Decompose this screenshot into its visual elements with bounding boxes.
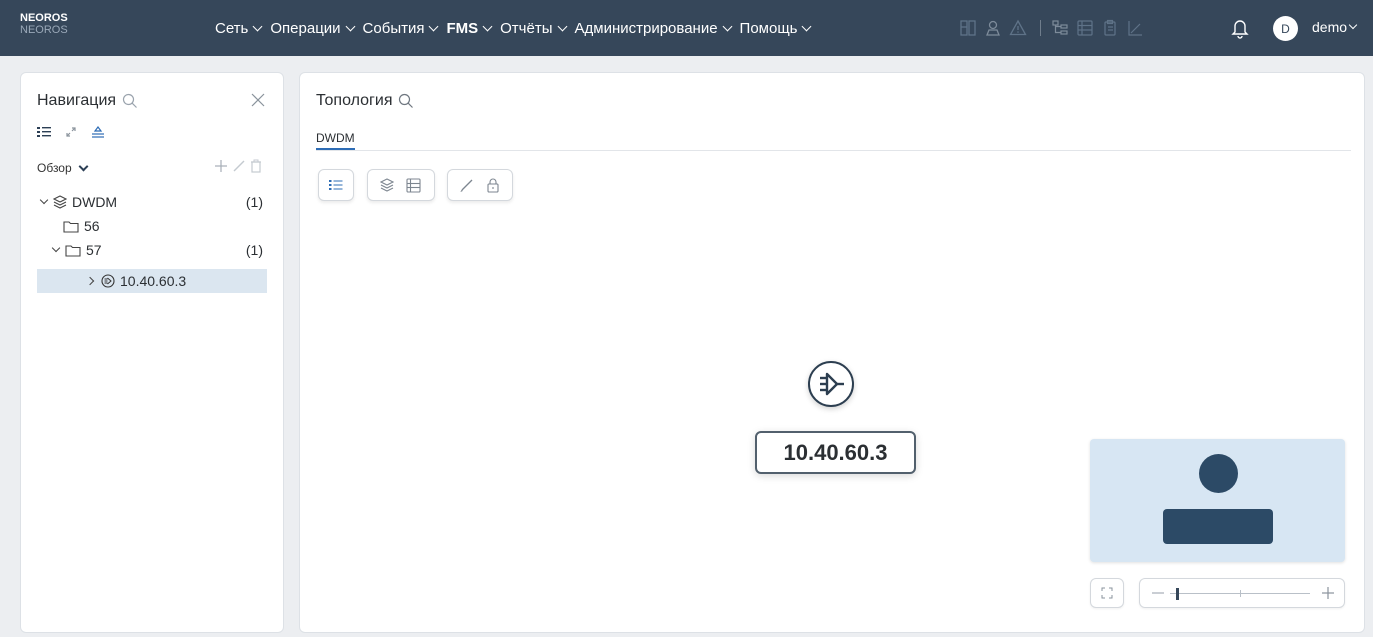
tree-item-count: (1): [245, 242, 263, 258]
delete-icon[interactable]: [250, 159, 262, 173]
chevron-down-icon[interactable]: [39, 195, 49, 205]
navigation-toolbar: [37, 125, 119, 139]
amplifier-icon: [101, 274, 115, 288]
chevron-down-icon: [1348, 20, 1358, 30]
main-menu: Сеть Операции События FMS Отчёты Админис…: [215, 17, 819, 39]
tree-item-label: 10.40.60.3: [120, 273, 187, 289]
navigation-header: Навигация: [37, 92, 138, 110]
zoom-slider-handle[interactable]: [1176, 588, 1179, 600]
menu-item-reports[interactable]: Отчёты: [500, 20, 569, 37]
brand-subname: NEOROS: [20, 24, 68, 36]
notifications-bell-icon[interactable]: [1229, 17, 1251, 39]
lock-icon[interactable]: [482, 174, 504, 196]
table-icon[interactable]: [1074, 17, 1096, 39]
minimap-node-label: [1163, 509, 1273, 544]
menu-item-label: Отчёты: [500, 19, 553, 37]
menu-item-events[interactable]: События: [363, 20, 442, 37]
menu-item-fms[interactable]: FMS: [446, 20, 495, 37]
overview-label: Обзор: [37, 161, 72, 175]
navigation-title: Навигация: [37, 92, 117, 109]
network-node-amplifier-icon[interactable]: [808, 361, 854, 407]
menu-item-network[interactable]: Сеть: [215, 20, 265, 37]
warning-icon[interactable]: [1007, 17, 1029, 39]
menu-item-help[interactable]: Помощь: [740, 20, 815, 37]
chevron-down-icon: [722, 21, 732, 31]
tree-item-label: DWDM: [72, 194, 118, 210]
layers-toolbar: [367, 169, 435, 201]
tree-item-folder-57[interactable]: 57 (1): [37, 238, 267, 262]
edit-icon[interactable]: [456, 174, 478, 196]
chevron-down-icon: [482, 21, 493, 31]
menu-item-label: Администрирование: [574, 19, 718, 37]
top-navbar: NEOROS NEOROS Сеть Операции События FMS …: [0, 0, 1373, 56]
list-view-icon[interactable]: [327, 174, 345, 196]
chart-icon[interactable]: [1124, 17, 1146, 39]
dashboard-icon[interactable]: [957, 17, 979, 39]
folder-icon: [63, 220, 79, 233]
navigation-panel: Навигация Обзор DWDM (1) 56 57 (1) 10.40…: [20, 72, 284, 633]
topology-title: Топология: [316, 92, 393, 109]
search-icon[interactable]: [122, 93, 138, 109]
brand-name: NEOROS: [20, 12, 68, 24]
collapse-all-icon[interactable]: [91, 125, 105, 139]
tree-item-folder-56[interactable]: 56: [37, 214, 267, 238]
minimap[interactable]: [1090, 439, 1345, 562]
menu-item-operations[interactable]: Операции: [270, 20, 357, 37]
tab-divider: [316, 150, 1351, 151]
tree-item-label: 56: [84, 218, 100, 234]
search-icon[interactable]: [398, 93, 414, 109]
close-icon[interactable]: [250, 92, 266, 108]
chevron-down-icon: [78, 161, 89, 171]
brand-logo[interactable]: NEOROS NEOROS: [20, 12, 68, 36]
network-node-label[interactable]: 10.40.60.3: [755, 431, 916, 474]
folder-icon: [65, 244, 81, 257]
hierarchy-icon[interactable]: [1049, 17, 1071, 39]
user-name: demo: [1312, 19, 1348, 35]
table-icon[interactable]: [402, 174, 424, 196]
chevron-down-icon: [802, 21, 812, 31]
zoom-control: [1139, 578, 1345, 608]
fit-to-screen-button[interactable]: [1090, 578, 1124, 608]
tree-item-dwdm[interactable]: DWDM (1): [37, 190, 267, 214]
chevron-right-icon[interactable]: [85, 276, 95, 286]
add-icon[interactable]: [214, 159, 228, 173]
clipboard-icon[interactable]: [1099, 17, 1121, 39]
tree-item-label: 57: [86, 242, 102, 258]
chevron-down-icon: [252, 21, 263, 31]
layers-icon: [53, 195, 67, 209]
expand-icon[interactable]: [65, 126, 77, 138]
topology-panel: Топология DWDM 10.40.60.3: [299, 72, 1365, 633]
tree-item-device[interactable]: 10.40.60.3: [37, 269, 267, 293]
list-view-icon[interactable]: [37, 126, 51, 138]
menu-item-administration[interactable]: Администрирование: [575, 20, 735, 37]
chevron-down-icon: [429, 21, 439, 31]
avatar[interactable]: D: [1273, 16, 1298, 41]
overview-dropdown[interactable]: Обзор: [37, 161, 89, 175]
minimap-node-icon: [1199, 454, 1238, 493]
zoom-slider-tick: [1240, 590, 1241, 597]
chevron-down-icon: [557, 21, 567, 31]
menu-item-label: Сеть: [215, 19, 249, 37]
tab-dwdm[interactable]: DWDM: [316, 131, 355, 150]
edit-toolbar: [447, 169, 513, 201]
divider: [1040, 20, 1041, 36]
fit-screen-icon: [1101, 587, 1113, 599]
menu-item-label: FMS: [446, 19, 479, 37]
menu-item-label: Операции: [270, 19, 341, 37]
zoom-out-icon[interactable]: [1150, 585, 1166, 601]
zoom-in-icon[interactable]: [1320, 585, 1336, 601]
tree-actions: [210, 159, 262, 173]
map-user-icon[interactable]: [982, 17, 1004, 39]
view-toolbar: [318, 169, 354, 201]
menu-item-label: Помощь: [739, 19, 798, 37]
quick-tools: [957, 16, 1149, 40]
tree-item-count: (1): [245, 194, 263, 210]
chevron-down-icon[interactable]: [51, 243, 61, 253]
edit-icon[interactable]: [232, 159, 246, 173]
topology-header: Топология: [316, 92, 414, 110]
chevron-down-icon: [345, 21, 355, 31]
user-menu[interactable]: demo: [1312, 19, 1360, 35]
menu-item-label: События: [362, 19, 425, 37]
layers-icon[interactable]: [376, 174, 398, 196]
